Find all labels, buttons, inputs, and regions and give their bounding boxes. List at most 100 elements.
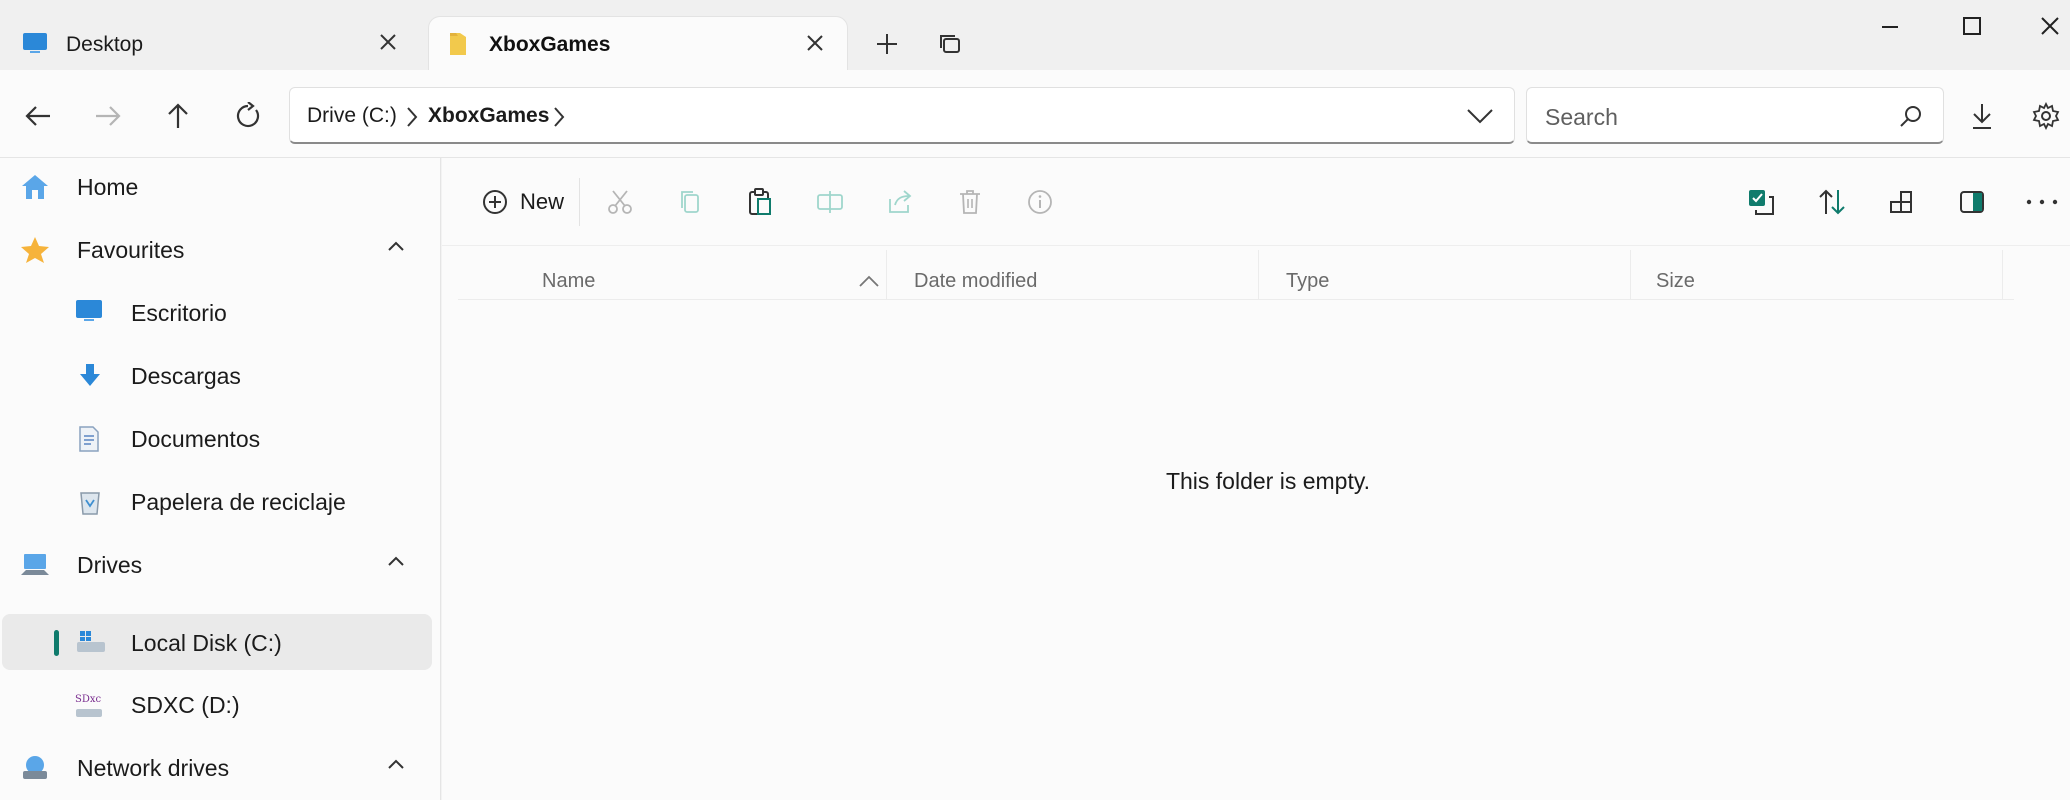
sidebar-item-label: Papelera de reciclaje [131,489,346,515]
toolbar-separator [579,178,580,226]
network-drive-icon [20,754,50,782]
more-dots-icon [2025,197,2059,207]
rename-button[interactable] [810,182,850,222]
search-icon[interactable] [1899,104,1923,128]
title-bar: Desktop XboxGames [0,0,2070,70]
column-header-name[interactable]: Name [542,250,595,300]
delete-button[interactable] [950,182,990,222]
checkbox-select-icon [1747,188,1777,216]
star-icon [20,236,50,264]
search-input[interactable]: Search [1545,104,1618,131]
sidebar-item-escritorio[interactable]: Escritorio [0,284,434,340]
download-icon [1970,102,1994,130]
forward-button[interactable] [88,96,128,136]
sidebar-section-favourites[interactable]: Favourites [0,221,434,277]
close-icon [2040,16,2060,36]
properties-button[interactable] [1020,182,1060,222]
duplicate-tab-button[interactable] [930,24,970,64]
sidebar-item-local-disk[interactable]: Local Disk (C:) [2,614,432,670]
sort-button[interactable] [1812,182,1852,222]
home-icon [20,173,50,201]
column-divider[interactable] [1630,250,1631,300]
chevron-up-icon[interactable] [386,239,406,253]
more-options-button[interactable] [2022,182,2062,222]
svg-text:SDxc: SDxc [75,694,102,705]
chevron-up-icon[interactable] [386,554,406,568]
plus-icon [875,32,899,56]
copy-icon [678,189,702,215]
arrow-up-icon [166,102,190,130]
share-button[interactable] [880,182,920,222]
sidebar-item-home[interactable]: Home [0,158,434,214]
desktop-icon [22,32,48,54]
close-tab-icon[interactable] [803,31,827,55]
refresh-button[interactable] [228,96,268,136]
paste-icon [747,188,773,216]
new-button[interactable]: New [470,182,564,222]
back-button[interactable] [18,96,58,136]
sort-ascending-icon[interactable] [858,274,880,288]
maximize-icon [1962,16,1982,36]
view-layout-icon [1888,188,1916,216]
column-divider[interactable] [1258,250,1259,300]
download-button[interactable] [1962,96,2002,136]
recycle-bin-icon [78,488,102,516]
column-header-date-modified[interactable]: Date modified [914,250,1037,300]
chevron-up-icon[interactable] [386,757,406,771]
gear-icon [2032,102,2060,130]
sidebar-item-label: Local Disk (C:) [131,630,282,656]
share-icon [886,189,914,215]
close-tab-icon[interactable] [376,30,400,54]
breadcrumb-xboxgames[interactable]: XboxGames [428,104,549,128]
column-header-type[interactable]: Type [1286,250,1329,300]
maximize-button[interactable] [1952,6,1992,46]
command-bar: New [442,158,2070,246]
sort-icon [1817,188,1847,216]
chevron-down-icon[interactable] [1466,106,1494,126]
sidebar-item-label: SDXC (D:) [131,692,240,718]
minimize-icon [1880,16,1900,36]
up-button[interactable] [158,96,198,136]
sidebar-section-network[interactable]: Network drives [0,739,434,795]
tab-xboxgames[interactable]: XboxGames [428,16,848,70]
empty-folder-message: This folder is empty. [1165,468,1371,494]
info-icon [1027,189,1053,215]
close-window-button[interactable] [2030,6,2070,46]
cut-button[interactable] [600,182,640,222]
column-header-size[interactable]: Size [1656,250,1695,300]
sidebar-item-descargas[interactable]: Descargas [0,347,434,403]
chevron-right-icon[interactable] [405,106,419,128]
main-content: New Name Date modified Type Size This fo… [442,158,2070,800]
search-box[interactable]: Search [1526,87,1944,144]
sidebar-item-label: Descargas [131,363,241,389]
paste-button[interactable] [740,182,780,222]
minimize-button[interactable] [1870,6,1910,46]
new-tab-button[interactable] [867,24,907,64]
download-arrow-icon [78,362,102,390]
sd-card-icon: SDxc [74,691,104,721]
sidebar-item-papelera[interactable]: Papelera de reciclaje [0,473,434,529]
sidebar-item-sdxc[interactable]: SDxc SDXC (D:) [0,676,434,732]
copy-button[interactable] [670,182,710,222]
chevron-right-icon[interactable] [552,106,566,128]
address-bar[interactable]: Drive (C:) XboxGames [289,87,1515,144]
column-divider[interactable] [2002,250,2003,300]
sidebar: Home Favourites Escritorio Descargas Doc… [0,158,441,800]
settings-button[interactable] [2026,96,2066,136]
view-button[interactable] [1882,182,1922,222]
duplicate-icon [938,32,962,56]
select-button[interactable] [1742,182,1782,222]
details-pane-button[interactable] [1952,182,1992,222]
folder-icon [447,31,469,57]
new-button-label: New [520,189,565,214]
column-divider[interactable] [886,250,887,300]
tab-label: XboxGames [489,33,611,56]
sidebar-item-documentos[interactable]: Documentos [0,410,434,466]
document-icon [78,425,100,453]
rename-icon [816,189,844,215]
arrow-right-icon [94,104,122,128]
column-header-row: Name Date modified Type Size [458,250,2014,300]
tab-desktop[interactable]: Desktop [0,16,420,70]
breadcrumb-drive[interactable]: Drive (C:) [307,104,397,128]
sidebar-section-drives[interactable]: Drives [0,536,434,592]
